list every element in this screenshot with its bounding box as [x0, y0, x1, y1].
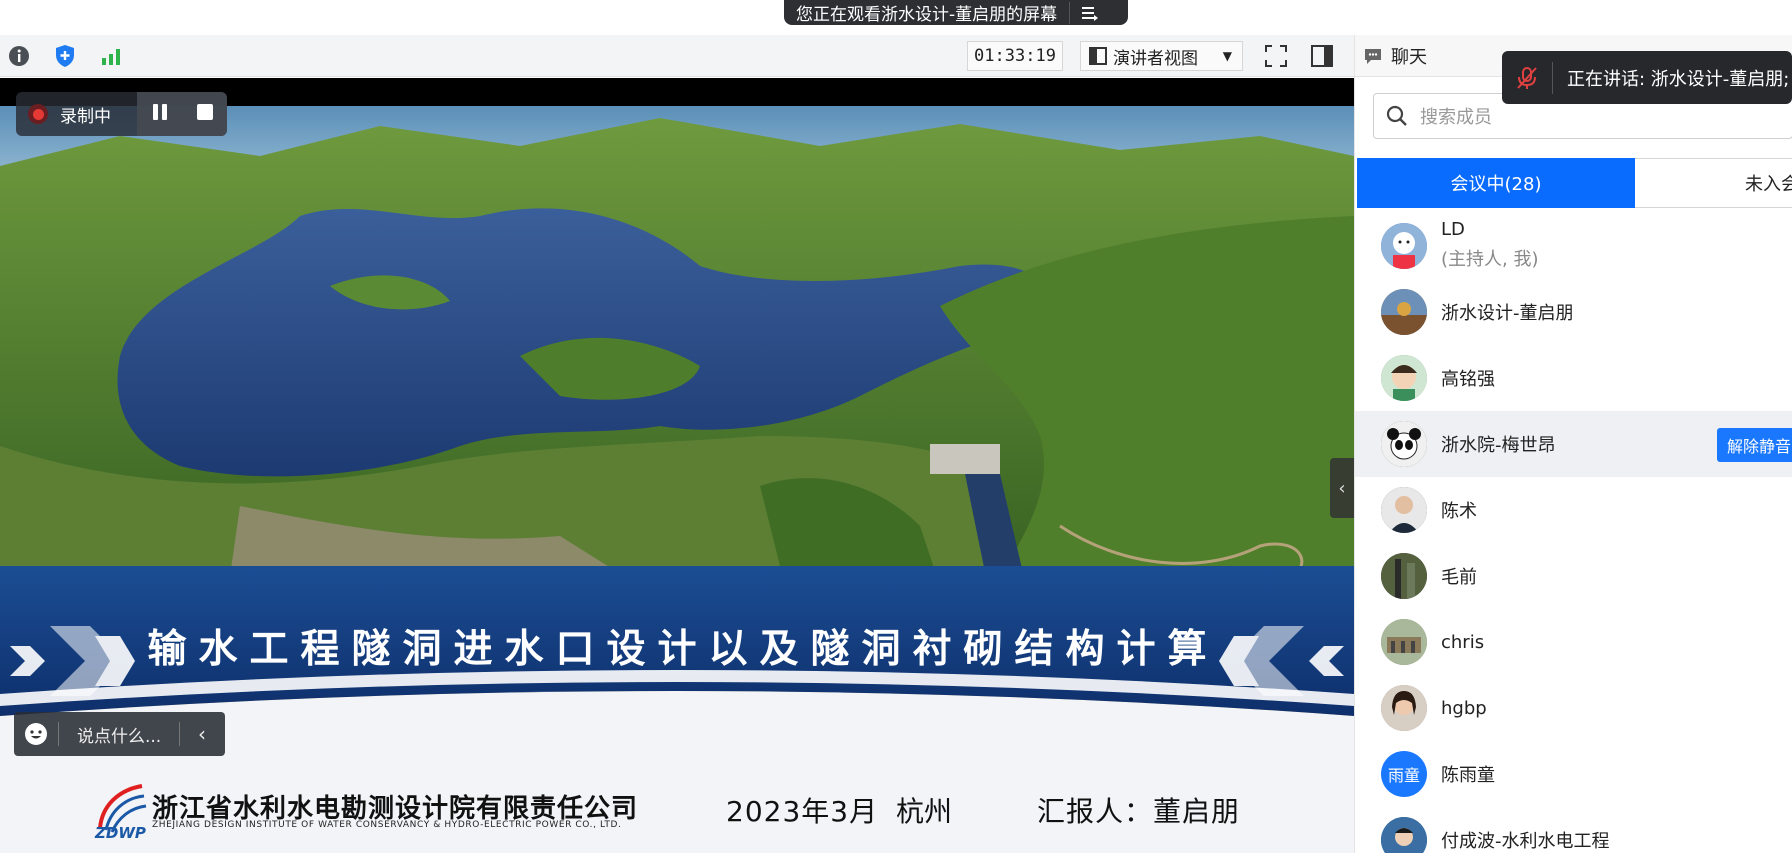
participant-row[interactable]: 毛前: [1355, 543, 1792, 609]
participant-name: 高铭强: [1441, 369, 1495, 390]
collapse-panel-handle[interactable]: ‹: [1330, 458, 1354, 518]
participant-row[interactable]: 浙水院-梅世昂 解除静音: [1355, 411, 1792, 477]
recording-controls: [137, 92, 227, 136]
avatar: [1381, 817, 1427, 853]
participant-row[interactable]: 浙水设计-董启朋: [1355, 279, 1792, 345]
chevron-left-icon[interactable]: ‹: [180, 722, 224, 746]
avatar: [1381, 355, 1427, 401]
stop-icon[interactable]: [196, 103, 214, 126]
signal-icon[interactable]: [98, 43, 124, 69]
sidebar-toggle-icon[interactable]: [1308, 43, 1336, 69]
participant-row[interactable]: hgbp: [1355, 675, 1792, 741]
participant-row[interactable]: 雨童 陈雨童: [1355, 741, 1792, 807]
speaking-text: 正在讲话: 浙水设计-董启朋;: [1567, 68, 1790, 90]
avatar: [1381, 685, 1427, 731]
banner-text: 您正在观看浙水设计-董启朋的屏幕: [796, 5, 1058, 25]
chat-icon: [1365, 48, 1381, 64]
shield-icon[interactable]: [52, 43, 78, 69]
view-selector-label: 演讲者视图: [1113, 48, 1198, 69]
avatar-initials: 雨童: [1387, 766, 1420, 785]
participant-list: LD (主持人, 我) 浙水设计-董启朋 高铭强 浙水院-梅世昂 解除静音 陈术…: [1355, 213, 1792, 853]
meeting-window: { "banner": { "text": "您正在观看浙水设计-董启朋的屏幕"…: [0, 0, 1792, 853]
record-dot-icon: [28, 104, 48, 124]
participant-filter-tabs: 会议中(28) 未入会: [1357, 158, 1792, 208]
participant-row[interactable]: 付成波-水利水电工程: [1355, 807, 1792, 853]
tab-not-joined[interactable]: 未入会: [1635, 158, 1792, 208]
participant-role: (主持人, 我): [1441, 249, 1539, 270]
meeting-timer: 01:33:19: [967, 41, 1063, 71]
mic-muted-icon: [1502, 66, 1552, 90]
view-selector[interactable]: 演讲者视图 ▼: [1080, 41, 1243, 71]
fullscreen-icon[interactable]: [1262, 43, 1290, 69]
avatar: [1381, 289, 1427, 335]
unmute-button[interactable]: 解除静音: [1717, 428, 1792, 462]
slide-title: 输水工程隧洞进水口设计以及隧洞衬砌结构计算: [147, 627, 1219, 672]
screen-share-banner: 您正在观看浙水设计-董启朋的屏幕: [784, 0, 1128, 25]
participant-name: chris: [1441, 631, 1485, 653]
participant-name: hgbp: [1441, 697, 1487, 719]
avatar: 雨童: [1381, 751, 1427, 797]
list-icon[interactable]: [1070, 0, 1110, 25]
chevron-down-icon: ▼: [1222, 49, 1232, 63]
slide-date: 2023年3月: [726, 795, 879, 828]
pause-icon[interactable]: [151, 103, 169, 126]
tab-chat-label: 聊天: [1391, 46, 1427, 68]
participant-row[interactable]: 高铭强: [1355, 345, 1792, 411]
reaction-bar: 说点什么... ‹: [14, 712, 225, 756]
chevron-left-icon: ‹: [1338, 477, 1346, 499]
slide-reporter: 汇报人：董启朋: [1037, 795, 1241, 828]
recording-label: 录制中: [60, 106, 111, 127]
info-icon[interactable]: [6, 43, 32, 69]
avatar: [1381, 487, 1427, 533]
avatar: [1381, 553, 1427, 599]
tab-in-meeting[interactable]: 会议中(28): [1357, 158, 1635, 208]
search-placeholder: 搜索成员: [1420, 107, 1492, 128]
participant-name: 浙水院-梅世昂: [1441, 435, 1556, 456]
participant-name: 陈雨童: [1441, 765, 1495, 786]
participant-name: 付成波-水利水电工程: [1441, 831, 1610, 852]
search-icon: [1386, 105, 1407, 126]
avatar: [1381, 223, 1427, 269]
logo-text: ZDWP: [95, 824, 146, 842]
participant-row[interactable]: LD (主持人, 我): [1355, 213, 1792, 279]
recording-indicator: 录制中: [16, 92, 227, 136]
reaction-input[interactable]: 说点什么...: [59, 722, 179, 747]
participant-name: LD: [1441, 219, 1465, 240]
avatar: [1381, 421, 1427, 467]
toast-divider: [1552, 61, 1553, 94]
slide-city: 杭州: [896, 795, 953, 828]
participant-row[interactable]: 陈术: [1355, 477, 1792, 543]
emoji-icon[interactable]: [14, 722, 58, 746]
active-speaker-toast: 正在讲话: 浙水设计-董启朋;: [1502, 51, 1792, 104]
participant-name: 毛前: [1441, 567, 1477, 588]
company-name-en: ZHEJIANG DESIGN INSTITUTE OF WATER CONSE…: [152, 820, 622, 830]
participant-name: 浙水设计-董启朋: [1441, 303, 1574, 324]
tab-chat[interactable]: 聊天: [1355, 43, 1427, 69]
meeting-toolbar: 01:33:19 演讲者视图 ▼: [0, 35, 1354, 77]
speaker-view-icon: [1089, 47, 1107, 65]
avatar: [1381, 619, 1427, 665]
participants-panel: 聊天 搜索成员 会议中(28) 未入会 LD (主持人, 我) 浙水设计-董启朋: [1354, 35, 1792, 853]
participant-row[interactable]: chris: [1355, 609, 1792, 675]
participant-name: 陈术: [1441, 501, 1477, 522]
reservoir-landscape-image: [0, 106, 1354, 646]
